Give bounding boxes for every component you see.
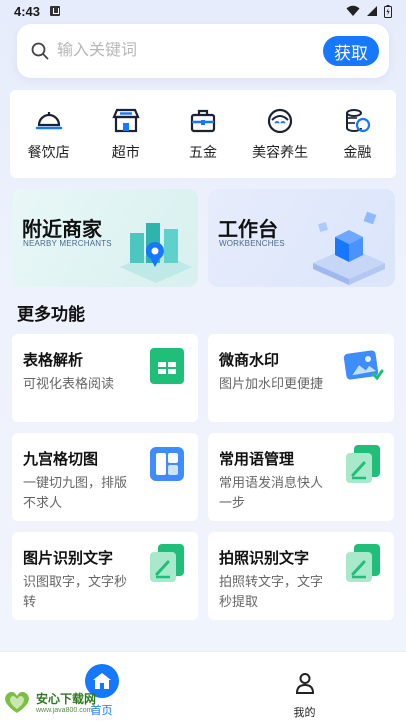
fetch-button[interactable]: 获取 <box>323 36 379 66</box>
signal-icon <box>367 6 377 16</box>
feature-title: 微商水印 <box>219 352 280 369</box>
category-restaurant[interactable]: 餐饮店 <box>14 106 84 162</box>
category-label: 超市 <box>111 144 140 160</box>
status-bar: 4:43 <box>0 0 406 22</box>
banner-subtitle: WORKBENCHES <box>219 239 285 248</box>
feature-card-watermark[interactable]: 微商水印 图片加水印更便捷 <box>208 334 394 422</box>
category-finance[interactable]: 金融 <box>322 106 392 162</box>
feature-card-nine-grid[interactable]: 九宫格切图 一键切九图，排版不求人 <box>12 433 198 521</box>
banner-title: 工作台 <box>218 219 278 241</box>
hardware-icon <box>188 106 218 136</box>
category-supermarket[interactable]: 超市 <box>91 106 161 162</box>
search-bar: 获取 <box>17 24 389 78</box>
cubes-platform-illustration <box>313 211 385 285</box>
wifi-icon <box>346 5 360 16</box>
category-label: 餐饮店 <box>27 144 70 160</box>
feature-card-table-parse[interactable]: 表格解析 可视化表格阅读 <box>12 334 198 422</box>
watermark-brand: 安心下载网 <box>36 692 97 706</box>
nearby-merchants-banner[interactable]: 附近商家 NEARBY MERCHANTS <box>12 189 198 287</box>
city-map-pin-illustration <box>120 223 192 283</box>
feature-title: 拍照识别文字 <box>219 550 310 567</box>
feature-desc: 图片加水印更便捷 <box>219 376 324 391</box>
feature-title: 图片识别文字 <box>23 550 114 567</box>
feature-desc: 一键切九图，排版不求人 <box>23 475 128 510</box>
feature-desc: 拍照转文字，文字秒提取 <box>219 574 324 609</box>
feature-card-image-ocr[interactable]: 图片识别文字 识图取字，文字秒转 <box>12 532 198 620</box>
watermark-logo-icon <box>5 691 29 713</box>
category-label: 五金 <box>188 144 217 160</box>
category-beauty[interactable]: 美容养生 <box>245 106 315 162</box>
feature-desc: 常用语发消息快人一步 <box>219 475 324 510</box>
supermarket-icon <box>111 106 141 136</box>
battery-icon <box>384 4 392 18</box>
banner-subtitle: NEARBY MERCHANTS <box>23 239 112 248</box>
section-title: 更多功能 <box>17 305 85 324</box>
spreadsheet-icon <box>150 348 184 384</box>
workbenches-banner[interactable]: 工作台 WORKBENCHES <box>208 189 395 287</box>
search-icon <box>29 40 51 62</box>
category-label: 金融 <box>343 144 372 160</box>
site-watermark: 安心下载网 www.java800.com <box>2 689 96 715</box>
grid-icon <box>150 447 184 481</box>
tab-me[interactable]: 我的 <box>203 652 406 721</box>
notification-icon <box>50 6 61 16</box>
feature-title: 常用语管理 <box>219 451 295 468</box>
category-bar: 餐饮店 超市 五金 美容养生 金融 <box>10 90 396 178</box>
feature-card-phrases[interactable]: 常用语管理 常用语发消息快人一步 <box>208 433 394 521</box>
status-time: 4:43 <box>14 3 41 19</box>
user-icon <box>288 666 322 700</box>
restaurant-icon <box>34 106 64 136</box>
edit-note-icon <box>346 544 380 582</box>
beauty-icon <box>265 106 295 136</box>
edit-note-icon <box>150 544 184 582</box>
feature-title: 表格解析 <box>23 352 84 369</box>
feature-card-photo-ocr[interactable]: 拍照识别文字 拍照转文字，文字秒提取 <box>208 532 394 620</box>
watermark-url: www.java800.com <box>36 707 93 714</box>
banner-title: 附近商家 <box>22 219 102 241</box>
watermark-image-icon <box>343 350 384 381</box>
feature-title: 九宫格切图 <box>23 451 99 468</box>
search-input[interactable] <box>57 42 323 60</box>
feature-desc: 可视化表格阅读 <box>23 376 115 391</box>
feature-desc: 识图取字，文字秒转 <box>23 574 128 609</box>
edit-note-icon <box>346 445 380 483</box>
finance-icon <box>342 106 372 136</box>
category-label: 美容养生 <box>252 144 309 160</box>
tab-label: 我的 <box>293 707 316 719</box>
category-hardware[interactable]: 五金 <box>168 106 238 162</box>
